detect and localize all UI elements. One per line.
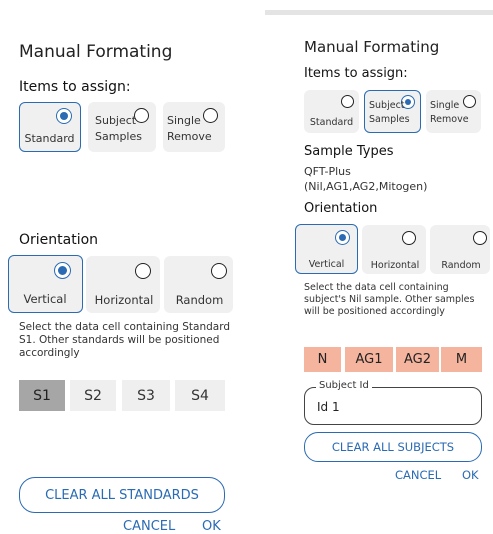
item-label-line1: Single	[167, 114, 201, 127]
item-label: Standard	[24, 132, 75, 145]
radio-icon	[211, 263, 227, 279]
ok-link[interactable]: OK	[202, 519, 221, 534]
item-label-line1: Subject	[95, 114, 137, 127]
orientation-option-horizontal[interactable]: Horizontal	[362, 225, 426, 274]
radio-icon	[463, 95, 476, 108]
radio-icon	[335, 230, 350, 245]
subject-id-field[interactable]: Subject Id Id 1	[304, 380, 482, 425]
sample-type-name: QFT-Plus	[304, 165, 351, 178]
radio-icon	[135, 263, 151, 279]
radio-icon	[56, 108, 72, 124]
orientation-heading: Orientation	[19, 232, 99, 248]
item-option-standard[interactable]: Standard	[304, 90, 359, 133]
item-label: Standard	[309, 117, 354, 128]
item-label-line2: Remove	[430, 114, 469, 125]
sample-cell-mitogen[interactable]: M	[441, 347, 482, 372]
instruction-text: Select the data cell containing Standard…	[19, 321, 231, 359]
item-label-line2: Samples	[95, 130, 142, 143]
items-heading: Items to assign:	[304, 66, 408, 81]
item-label-line2: Remove	[167, 130, 212, 143]
orientation-label: Vertical	[23, 292, 67, 306]
panel-title: Manual Formating	[19, 42, 173, 62]
standard-cell-s3[interactable]: S3	[122, 380, 170, 411]
sample-cell-ag1[interactable]: AG1	[345, 347, 393, 372]
orientation-option-random[interactable]: Random	[164, 256, 233, 313]
instruction-text: Select the data cell containing subject'…	[304, 282, 475, 317]
orientation-heading: Orientation	[304, 201, 378, 216]
subject-id-label: Subject Id	[316, 380, 372, 391]
orientation-label: Horizontal	[94, 293, 154, 307]
sample-cell-ag2[interactable]: AG2	[396, 347, 439, 372]
top-divider-bar	[265, 10, 493, 15]
sample-types-heading: Sample Types	[304, 144, 394, 159]
orientation-label: Vertical	[308, 259, 345, 270]
radio-icon	[341, 95, 354, 108]
clear-all-standards-button[interactable]: CLEAR ALL STANDARDS	[19, 477, 225, 513]
clear-all-subjects-button[interactable]: CLEAR ALL SUBJECTS	[304, 432, 482, 462]
item-label-line2: Samples	[369, 114, 410, 125]
cancel-link[interactable]: CANCEL	[123, 519, 175, 534]
subject-id-value: Id 1	[317, 400, 340, 414]
radio-icon	[402, 231, 416, 245]
sample-type-list: (Nil,AG1,AG2,Mitogen)	[304, 180, 428, 193]
item-option-single-remove[interactable]: Single Remove	[426, 90, 481, 133]
panel-title: Manual Formating	[304, 38, 440, 56]
item-option-single-remove[interactable]: Single Remove	[163, 102, 225, 152]
item-option-standard[interactable]: Standard	[19, 102, 81, 152]
radio-icon	[473, 231, 487, 245]
orientation-option-vertical[interactable]: Vertical	[295, 224, 358, 274]
standard-cell-s1[interactable]: S1	[19, 380, 65, 411]
standard-cell-s2[interactable]: S2	[70, 380, 116, 411]
orientation-option-random[interactable]: Random	[430, 225, 490, 274]
item-label-line1: Subject	[369, 100, 405, 111]
items-heading: Items to assign:	[19, 79, 131, 95]
item-option-subject-samples[interactable]: Subject Samples	[88, 102, 156, 152]
sample-cell-nil[interactable]: N	[304, 347, 341, 372]
orientation-label: Random	[175, 293, 224, 307]
item-option-subject-samples[interactable]: Subject Samples	[364, 90, 421, 133]
orientation-label: Horizontal	[370, 260, 420, 271]
cancel-link[interactable]: CANCEL	[395, 468, 441, 482]
radio-icon	[203, 108, 218, 123]
orientation-option-horizontal[interactable]: Horizontal	[86, 256, 160, 313]
radio-icon	[54, 262, 71, 279]
item-label-line1: Single	[430, 100, 460, 111]
orientation-option-vertical[interactable]: Vertical	[8, 255, 83, 313]
ok-link[interactable]: OK	[462, 468, 479, 482]
radio-icon	[134, 108, 149, 123]
orientation-label: Random	[441, 260, 481, 271]
standard-cell-s4[interactable]: S4	[175, 380, 225, 411]
